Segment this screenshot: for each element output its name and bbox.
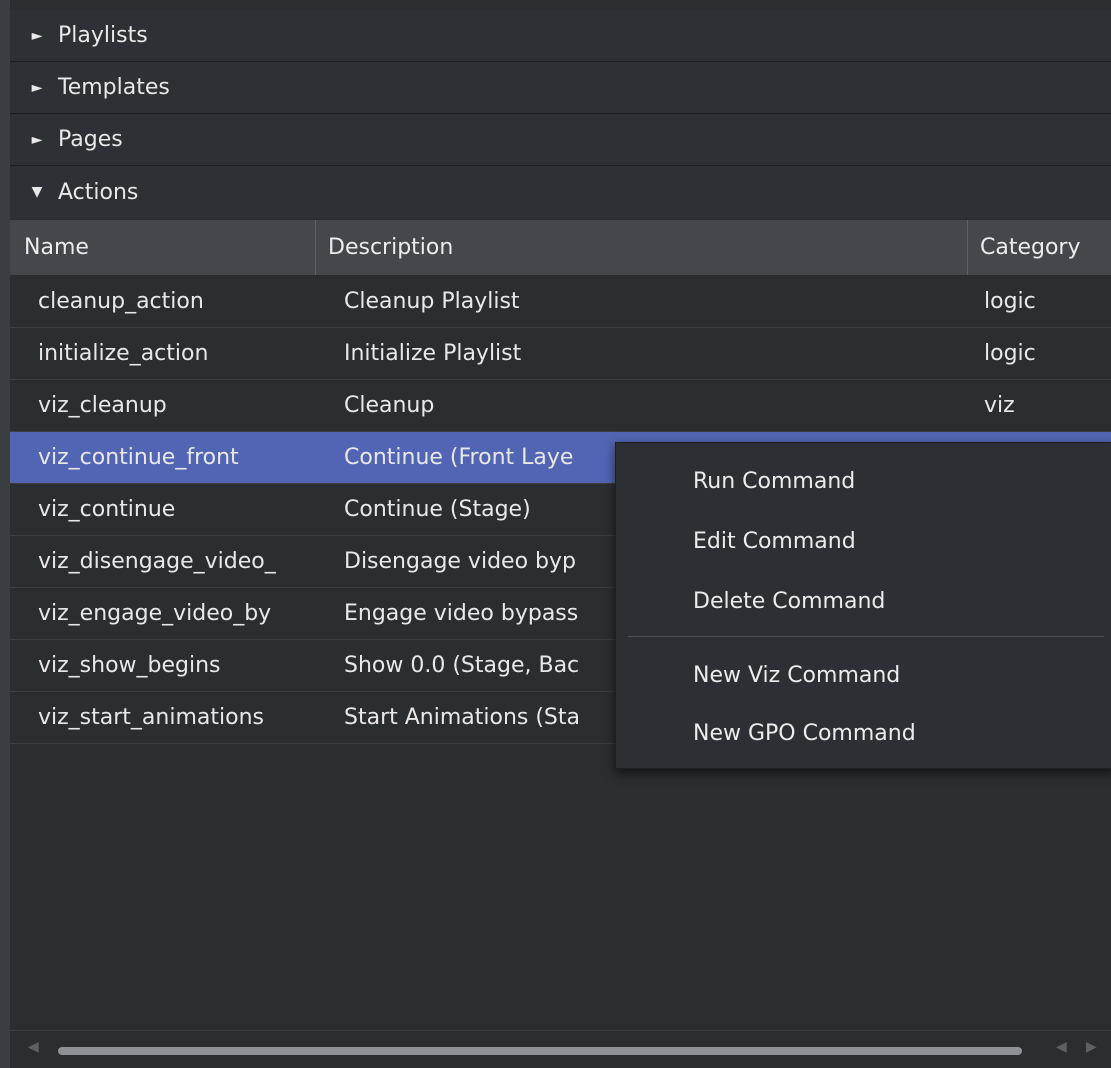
column-header-category[interactable]: Category bbox=[968, 220, 1081, 275]
table-row[interactable]: viz_cleanup Cleanup viz bbox=[10, 380, 1111, 432]
section-actions[interactable]: ▼ Actions bbox=[10, 166, 1111, 218]
scroll-right-icon[interactable]: ▶ bbox=[1086, 1039, 1097, 1055]
column-header-label: Name bbox=[24, 235, 89, 260]
section-label: Templates bbox=[58, 75, 170, 100]
triangle-down-icon: ▼ bbox=[31, 184, 43, 200]
left-edge bbox=[0, 0, 10, 1068]
scrollbar-thumb[interactable] bbox=[58, 1047, 1022, 1055]
section-label: Actions bbox=[58, 179, 139, 205]
triangle-right-icon: ► bbox=[31, 131, 43, 148]
cell-description: Cleanup bbox=[344, 393, 435, 418]
cell-name: initialize_action bbox=[38, 341, 209, 366]
menu-separator bbox=[628, 636, 1104, 637]
cell-category: viz bbox=[984, 393, 1015, 418]
cell-name: viz_show_begins bbox=[38, 653, 221, 678]
triangle-right-icon: ► bbox=[31, 27, 43, 44]
triangle-right-icon: ► bbox=[31, 79, 43, 96]
section-pages[interactable]: ► Pages bbox=[10, 114, 1111, 166]
section-label: Playlists bbox=[58, 23, 148, 48]
section-label: Pages bbox=[58, 127, 123, 152]
cell-description: Initialize Playlist bbox=[344, 341, 522, 366]
cell-name: viz_engage_video_by bbox=[38, 601, 272, 626]
horizontal-scrollbar[interactable]: ◀ ◀ ▶ bbox=[10, 1030, 1111, 1068]
table-row[interactable]: initialize_action Initialize Playlist lo… bbox=[10, 328, 1111, 380]
menu-item-new-viz-command[interactable]: New Viz Command bbox=[693, 663, 900, 688]
cell-name: viz_continue bbox=[38, 497, 176, 522]
scroll-left-icon[interactable]: ◀ bbox=[1056, 1039, 1067, 1055]
cell-name: viz_start_animations bbox=[38, 705, 264, 730]
section-playlists[interactable]: ► Playlists bbox=[10, 10, 1111, 62]
cell-category: logic bbox=[984, 341, 1036, 366]
column-header-name[interactable]: Name bbox=[10, 220, 316, 275]
actions-table-header: Name Description Category bbox=[10, 220, 1111, 276]
context-menu: Run Command Edit Command Delete Command … bbox=[615, 442, 1111, 769]
scroll-left-icon[interactable]: ◀ bbox=[28, 1039, 39, 1055]
cell-name: viz_continue_front bbox=[38, 445, 239, 470]
menu-item-delete-command[interactable]: Delete Command bbox=[693, 589, 885, 614]
cell-name: cleanup_action bbox=[38, 289, 204, 314]
column-header-description[interactable]: Description bbox=[316, 220, 968, 275]
menu-item-edit-command[interactable]: Edit Command bbox=[693, 529, 856, 554]
column-header-label: Description bbox=[328, 235, 454, 260]
top-edge bbox=[0, 0, 1111, 10]
cell-description: Cleanup Playlist bbox=[344, 289, 520, 314]
cell-name: viz_cleanup bbox=[38, 393, 167, 418]
menu-item-new-gpo-command[interactable]: New GPO Command bbox=[693, 721, 916, 746]
cell-name: viz_disengage_video_ bbox=[38, 549, 276, 574]
section-templates[interactable]: ► Templates bbox=[10, 62, 1111, 114]
cell-category: logic bbox=[984, 289, 1036, 314]
column-header-label: Category bbox=[980, 235, 1081, 260]
menu-item-run-command[interactable]: Run Command bbox=[693, 469, 855, 494]
table-row[interactable]: cleanup_action Cleanup Playlist logic bbox=[10, 276, 1111, 328]
